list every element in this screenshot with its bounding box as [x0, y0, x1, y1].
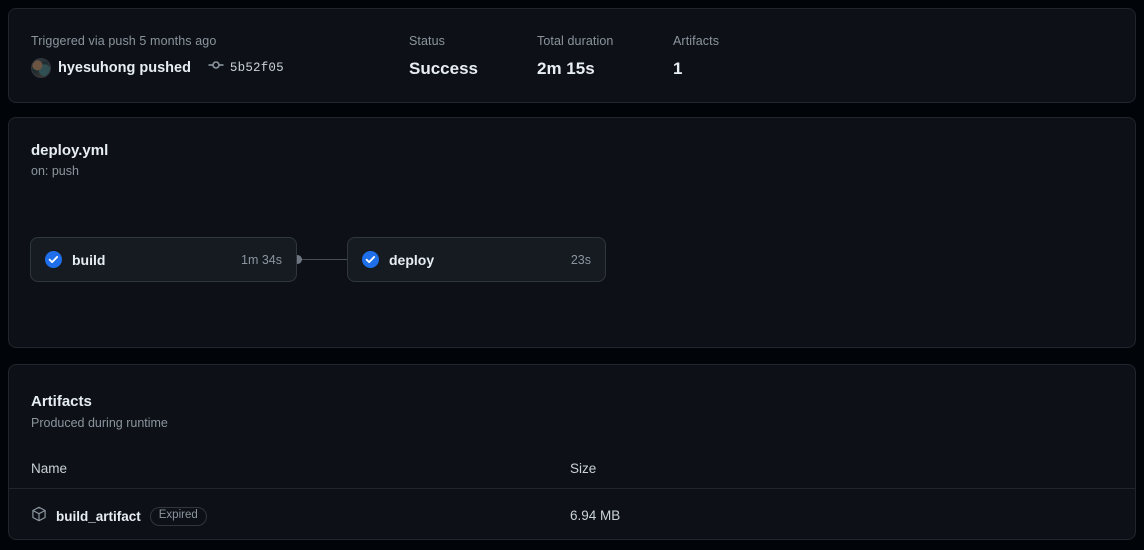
artifact-name-cell: build_artifact Expired [31, 506, 207, 527]
job-name: deploy [389, 251, 435, 268]
duration-label: Total duration [537, 34, 614, 48]
workflow-file-name: deploy.yml [31, 142, 109, 159]
artifacts-table-header: Name Size [9, 453, 1135, 489]
package-icon [31, 506, 47, 527]
commit-link[interactable]: 5b52f05 [208, 57, 284, 78]
artifact-name[interactable]: build_artifact [56, 509, 141, 524]
job-name: build [72, 251, 106, 268]
artifacts-card: Artifacts Produced during runtime Name S… [8, 364, 1136, 540]
artifacts-subheading: Produced during runtime [31, 416, 168, 430]
run-summary-content: Triggered via push 5 months ago hyesuhon… [9, 9, 1135, 102]
duration-value: 2m 15s [537, 59, 595, 78]
artifact-size: 6.94 MB [570, 508, 621, 523]
job-duration: 23s [570, 252, 591, 267]
artifacts-count-value: 1 [673, 59, 683, 78]
run-summary-card: Triggered via push 5 months ago hyesuhon… [8, 8, 1136, 103]
workflow-run-page: Triggered via push 5 months ago hyesuhon… [0, 0, 1144, 550]
artifacts-count-label: Artifacts [673, 34, 720, 48]
artifacts-count-info: Artifacts 1 [673, 33, 719, 79]
actor-row: hyesuhong pushed 5b52f05 [31, 57, 284, 78]
table-row[interactable]: build_artifact Expired 6.94 MB [9, 489, 1135, 541]
status-badge: Expired [149, 507, 207, 526]
job-duration: 1m 34s [241, 252, 282, 267]
trigger-label: Triggered via push 5 months ago [31, 34, 217, 48]
job-connector-line [301, 259, 351, 260]
status-info: Status Success [409, 33, 478, 79]
trigger-info: Triggered via push 5 months ago hyesuhon… [31, 33, 284, 78]
column-header-name: Name [31, 461, 68, 476]
actor-name[interactable]: hyesuhong pushed [58, 60, 191, 76]
git-commit-icon [208, 57, 224, 78]
check-circle-icon [362, 251, 379, 268]
check-circle-icon [45, 251, 62, 268]
column-header-size: Size [570, 461, 597, 476]
commit-sha[interactable]: 5b52f05 [230, 61, 284, 75]
job-node-build[interactable]: build 1m 34s [30, 237, 297, 282]
workflow-trigger-text: on: push [31, 164, 79, 178]
status-label: Status [409, 34, 446, 48]
job-node-deploy[interactable]: deploy 23s [347, 237, 606, 282]
duration-info: Total duration 2m 15s [537, 33, 613, 79]
workflow-graph-card: deploy.yml on: push build 1m 34s deploy [8, 117, 1136, 446]
artifacts-heading: Artifacts [31, 393, 92, 410]
status-value: Success [409, 59, 478, 78]
avatar[interactable] [31, 57, 51, 78]
